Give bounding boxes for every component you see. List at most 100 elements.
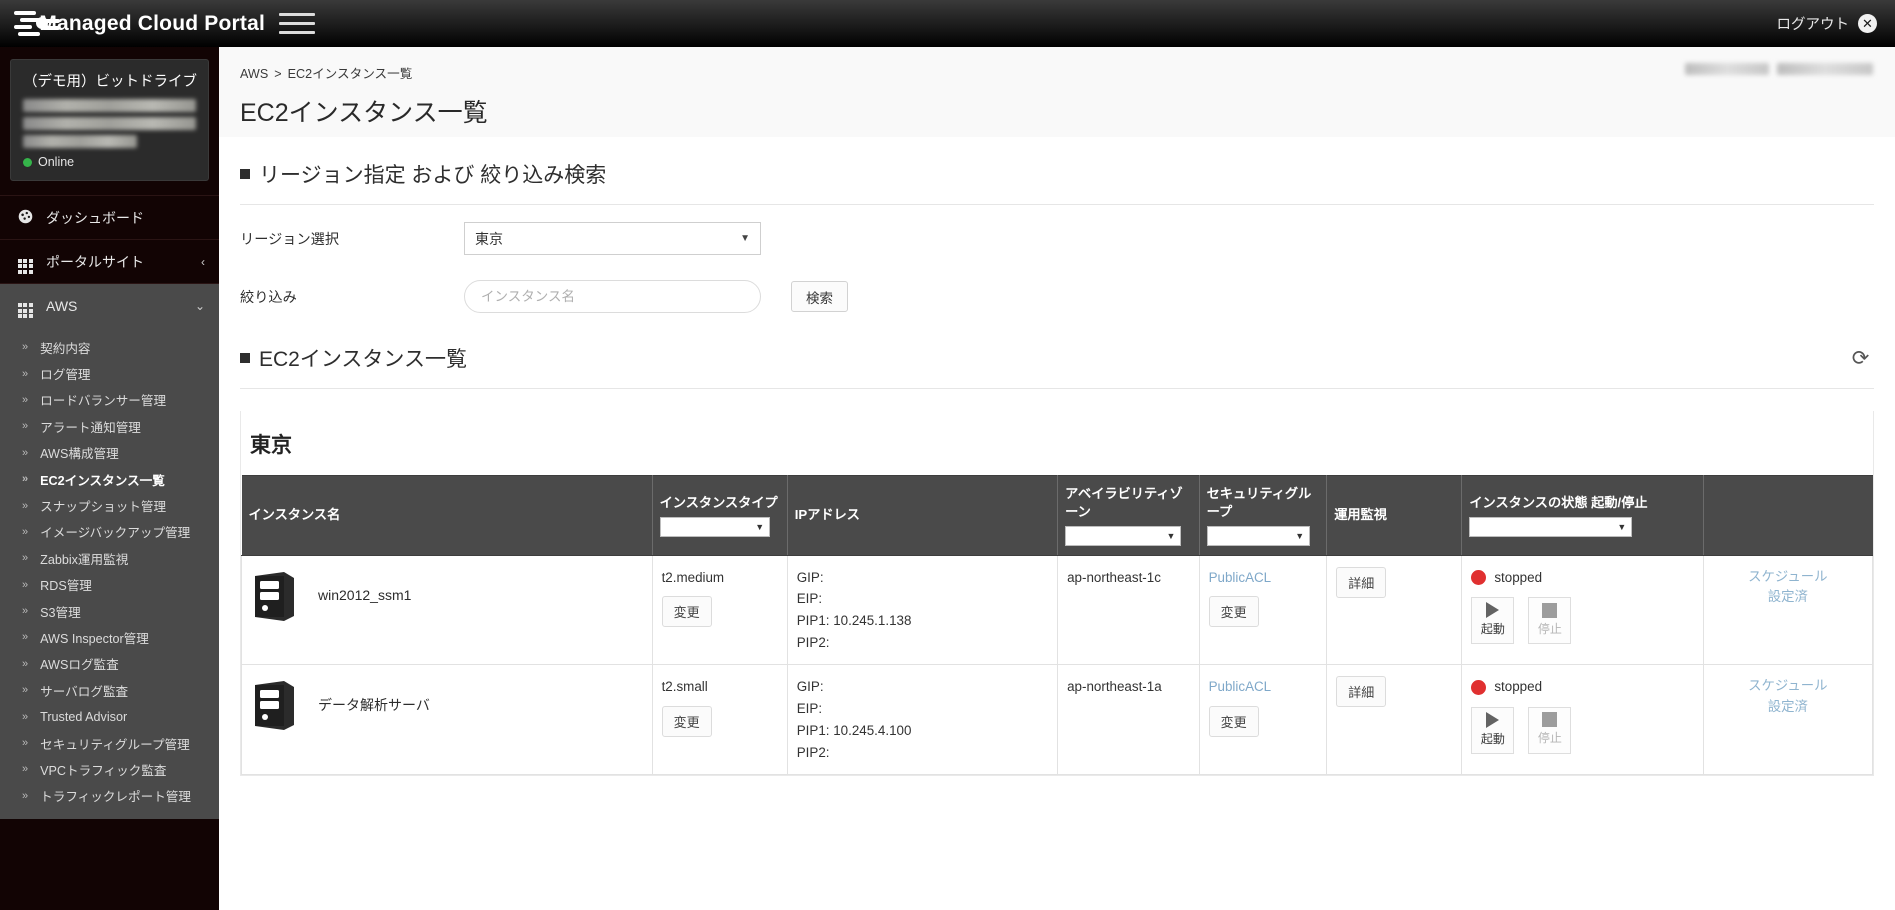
cell-instance-type: t2.medium 変更 — [651, 554, 788, 666]
sidebar-item-zabbix[interactable]: » Zabbix運用監視 — [0, 545, 219, 571]
change-security-group-button[interactable]: 変更 — [1208, 706, 1259, 738]
instance-table: インスタンス名 インスタンスタイプ ▼ IPアドレス アベイラビリティゾーン ▼… — [241, 475, 1874, 776]
sidebar-item-label: 契約内容 — [40, 341, 91, 356]
stop-icon — [1542, 712, 1558, 728]
breadcrumb-root[interactable]: AWS — [240, 67, 268, 81]
chevron-left-icon[interactable]: ‹ — [201, 255, 205, 269]
region-title: 東京 — [250, 434, 292, 457]
schedule-link-line2[interactable]: 設定済 — [1713, 587, 1863, 608]
ip-pip1: PIP1: 10.245.4.100 — [796, 722, 912, 738]
power-controls: 起動 停止 — [1471, 707, 1693, 755]
stop-instance-button[interactable]: 停止 — [1528, 597, 1572, 645]
start-instance-button[interactable]: 起動 — [1471, 597, 1515, 645]
change-security-group-button[interactable]: 変更 — [1208, 596, 1259, 628]
security-group-link[interactable]: PublicACL — [1209, 567, 1318, 589]
redacted-chip — [1685, 63, 1769, 75]
monitoring-detail-button[interactable]: 詳細 — [1336, 676, 1387, 708]
availability-zone-filter-select[interactable]: ▼ — [1065, 525, 1182, 546]
status-text: stopped — [1494, 569, 1543, 585]
sidebar-item-portal-site[interactable]: ポータルサイト ‹ — [0, 240, 219, 284]
server-icon — [251, 679, 298, 731]
schedule-link-line1[interactable]: スケジュール — [1713, 567, 1863, 588]
sidebar-item-trusted-advisor[interactable]: » Trusted Advisor — [0, 703, 219, 729]
cell-availability-zone: ap-northeast-1c — [1057, 554, 1200, 666]
instance-type-filter-select[interactable]: ▼ — [659, 516, 771, 537]
refresh-icon[interactable]: ⟳ — [1847, 345, 1874, 372]
table-row: win2012_ssm1 t2.medium 変更 GIP: EIP: PIP1… — [241, 554, 1874, 666]
list-section-heading: EC2インスタンス一覧 ⟳ — [240, 321, 1874, 373]
table-row: データ解析サーバ t2.small 変更 GIP: EIP: PIP1: 10.… — [241, 664, 1874, 776]
sidebar-item-server-log-audit[interactable]: » サーバログ監査 — [0, 677, 219, 703]
play-icon — [1486, 602, 1500, 619]
column-label: IPアドレス — [794, 507, 860, 523]
security-group-filter-select[interactable]: ▼ — [1206, 525, 1311, 546]
security-group-link[interactable]: PublicACL — [1209, 676, 1318, 698]
search-input[interactable] — [464, 280, 761, 313]
chevron-right-icon: » — [22, 393, 29, 406]
sidebar-item-log-management[interactable]: » ログ管理 — [0, 360, 219, 386]
logout-label[interactable]: ログアウト — [1777, 13, 1850, 34]
sidebar-item-label: AWS Inspector管理 — [40, 631, 149, 646]
change-instance-type-button[interactable]: 変更 — [661, 706, 712, 738]
cell-availability-zone: ap-northeast-1a — [1057, 664, 1200, 776]
sidebar-item-ec2-instance-list[interactable]: » EC2インスタンス一覧 — [0, 466, 219, 492]
start-label: 起動 — [1480, 731, 1505, 746]
stop-icon — [1542, 602, 1558, 618]
sidebar-item-aws-inspector[interactable]: » AWS Inspector管理 — [0, 624, 219, 650]
chevron-right-icon: » — [22, 737, 29, 750]
sidebar-item-aws-config[interactable]: » AWS構成管理 — [0, 440, 219, 466]
sidebar-item-label: セキュリティグループ管理 — [40, 737, 190, 752]
status-text: stopped — [1494, 679, 1543, 695]
list-section: EC2インスタンス一覧 ⟳ — [219, 321, 1895, 389]
ip-pip2: PIP2: — [796, 744, 830, 760]
ip-eip: EIP: — [796, 591, 823, 607]
monitoring-detail-button[interactable]: 詳細 — [1336, 566, 1387, 598]
sidebar-item-load-balancer[interactable]: » ロードバランサー管理 — [0, 387, 219, 413]
ip-eip: EIP: — [796, 701, 823, 717]
instance-type-value: t2.small — [661, 679, 708, 695]
chevron-down-icon[interactable]: ⌄ — [195, 299, 205, 313]
breadcrumb: AWS > EC2インスタンス一覧 — [219, 63, 1895, 82]
instance-table-card: 東京 インスタンス名 インスタンスタイプ ▼ IPアドレス アベイラビリティゾー… — [240, 411, 1874, 777]
sidebar-item-aws[interactable]: AWS ⌄ — [0, 284, 219, 328]
close-circle-icon[interactable]: ✕ — [1858, 14, 1877, 33]
search-button[interactable]: 検索 — [791, 281, 848, 312]
redacted-account-line — [23, 135, 138, 148]
sidebar-item-aws-log-audit[interactable]: » AWSログ監査 — [0, 651, 219, 677]
sidebar-item-label: ロードバランサー管理 — [40, 394, 167, 409]
sidebar-item-traffic-report[interactable]: » トラフィックレポート管理 — [0, 783, 219, 809]
sidebar-item-contract[interactable]: » 契約内容 — [0, 334, 219, 360]
sidebar-item-dashboard[interactable]: ダッシュボード — [0, 196, 219, 240]
grid-icon — [14, 250, 36, 274]
sidebar-item-snapshot[interactable]: » スナップショット管理 — [0, 492, 219, 518]
ip-pip2: PIP2: — [796, 634, 830, 650]
cell-schedule: スケジュール 設定済 — [1702, 554, 1874, 666]
stop-instance-button[interactable]: 停止 — [1528, 707, 1572, 755]
region-select[interactable]: 東京 ▼ — [464, 222, 761, 255]
sidebar-item-security-group[interactable]: » セキュリティグループ管理 — [0, 730, 219, 756]
sidebar-item-s3[interactable]: » S3管理 — [0, 598, 219, 624]
cell-instance-type: t2.small 変更 — [651, 664, 788, 776]
cell-security-group: PublicACL 変更 — [1198, 554, 1328, 666]
redacted-account-line — [23, 99, 196, 112]
hamburger-line — [279, 31, 315, 34]
hamburger-icon[interactable] — [279, 9, 315, 39]
sidebar-item-vpc-traffic-audit[interactable]: » VPCトラフィック監査 — [0, 756, 219, 782]
chevron-right-icon: » — [22, 341, 29, 354]
sidebar-item-alert-notification[interactable]: » アラート通知管理 — [0, 413, 219, 439]
sidebar-item-rds[interactable]: » RDS管理 — [0, 572, 219, 598]
column-label: アベイラビリティゾーン — [1065, 486, 1183, 519]
start-instance-button[interactable]: 起動 — [1471, 707, 1515, 755]
change-instance-type-button[interactable]: 変更 — [661, 596, 712, 628]
redacted-account-line — [23, 117, 196, 130]
filter-section: リージョン指定 および 絞り込み検索 リージョン選択 東京 ▼ 絞り込み 検索 — [219, 137, 1895, 321]
schedule-link-line2[interactable]: 設定済 — [1713, 697, 1863, 718]
sidebar-item-label: AWS構成管理 — [40, 447, 119, 462]
portal-logo-icon — [14, 7, 60, 41]
instance-state-filter-select[interactable]: ▼ — [1469, 516, 1633, 537]
divider — [240, 204, 1874, 205]
cell-security-group: PublicACL 変更 — [1198, 664, 1328, 776]
schedule-link-line1[interactable]: スケジュール — [1713, 676, 1863, 697]
play-icon — [1486, 711, 1500, 728]
sidebar-item-image-backup[interactable]: » イメージバックアップ管理 — [0, 519, 219, 545]
